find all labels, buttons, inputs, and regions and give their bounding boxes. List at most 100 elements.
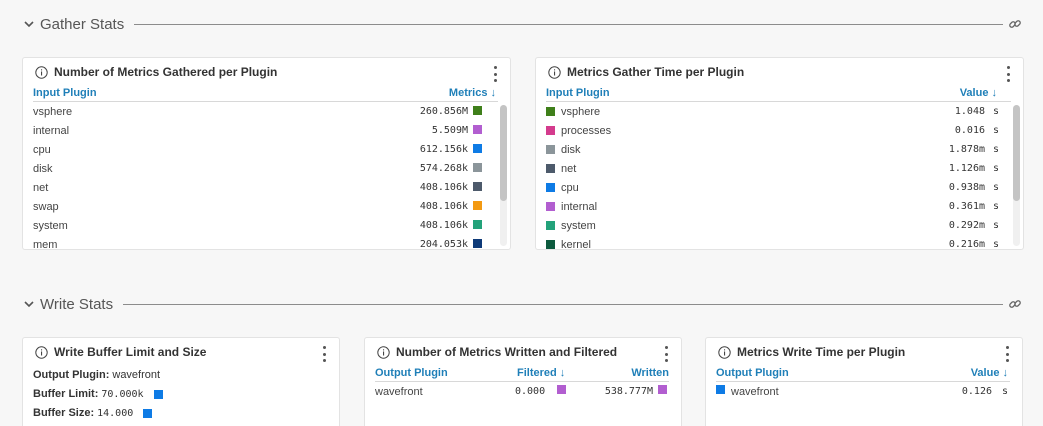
table-row[interactable]: disk 1.878m s — [546, 141, 999, 160]
table-row[interactable]: cpu 0.938m s — [546, 179, 999, 198]
table-body: vsphere 1.048 s processes 0.016 s disk 1.878m s n… — [536, 103, 1023, 249]
more-options-icon[interactable] — [1004, 346, 1010, 362]
legend-swatch — [473, 201, 482, 210]
col-input-plugin[interactable]: Input Plugin — [33, 87, 97, 99]
legend-swatch — [473, 220, 482, 229]
table-row[interactable]: wavefront 0.126 s — [716, 383, 1010, 402]
info-icon[interactable] — [35, 65, 48, 79]
table-row[interactable]: vsphere 1.048 s — [546, 103, 999, 122]
more-options-icon[interactable] — [321, 346, 327, 362]
col-metrics-sort[interactable]: Metrics ↓ — [449, 87, 496, 99]
time-value: 0.126 — [961, 386, 992, 397]
time-unit: s — [1001, 386, 1008, 397]
more-options-icon[interactable] — [1005, 66, 1011, 82]
write-stats-header[interactable]: Write Stats — [22, 294, 1023, 314]
table-row[interactable]: vsphere 260.856M — [33, 103, 486, 122]
time-unit: s — [992, 239, 999, 249]
time-value: 0.292m — [948, 220, 985, 231]
output-plugin-value: wavefront — [112, 369, 161, 381]
legend-swatch — [546, 221, 555, 230]
col-filtered-sort[interactable]: Filtered ↓ — [517, 367, 565, 379]
legend-swatch — [473, 182, 482, 191]
time-unit: s — [992, 220, 999, 231]
metric-value: 260.856M — [419, 106, 468, 117]
legend-swatch — [473, 239, 482, 248]
scrollbar-thumb[interactable] — [1013, 105, 1020, 201]
info-icon[interactable] — [718, 345, 731, 359]
col-value-sort[interactable]: Value ↓ — [960, 87, 997, 99]
metric-value: 5.509M — [431, 125, 468, 136]
output-plugin-line: Output Plugin: wavefront — [33, 369, 160, 381]
legend-swatch — [143, 408, 153, 418]
metric-value: 204.053k — [419, 239, 468, 249]
legend-swatch — [546, 145, 555, 154]
more-options-icon[interactable] — [492, 66, 498, 82]
time-unit: s — [992, 106, 999, 117]
legend-swatch — [546, 126, 555, 135]
table-row[interactable]: wavefront 0.000 538.777M — [375, 383, 669, 402]
table-row[interactable]: system 408.106k — [33, 217, 486, 236]
time-value: 0.361m — [948, 201, 985, 212]
table-row[interactable]: mem 204.053k — [33, 236, 486, 249]
col-written[interactable]: Written — [631, 367, 669, 379]
table-row[interactable]: swap 408.106k — [33, 198, 486, 217]
table-row[interactable]: kernel 0.216m s — [546, 236, 999, 249]
time-unit: s — [992, 144, 999, 155]
written-value: 538.777M — [604, 386, 653, 397]
col-value-sort[interactable]: Value ↓ — [971, 367, 1008, 379]
scrollbar[interactable] — [1013, 105, 1020, 246]
card-title: Metrics Write Time per Plugin — [718, 345, 905, 359]
table-header: Input Plugin Value ↓ — [546, 86, 1011, 102]
info-icon[interactable] — [548, 65, 561, 79]
legend-swatch — [473, 106, 482, 115]
info-icon[interactable] — [35, 345, 48, 359]
time-value: 1.126m — [948, 163, 985, 174]
card-title: Number of Metrics Written and Filtered — [377, 345, 617, 359]
plugin-name: wavefront — [731, 386, 779, 398]
card-title: Number of Metrics Gathered per Plugin — [35, 65, 277, 79]
plugin-name: net — [561, 163, 577, 175]
col-input-plugin[interactable]: Input Plugin — [546, 87, 610, 99]
chevron-down-icon[interactable] — [22, 17, 36, 31]
buffer-limit-line: Buffer Limit: 70.000k — [33, 388, 163, 400]
card-title: Write Buffer Limit and Size — [35, 345, 206, 359]
link-icon[interactable] — [1007, 16, 1023, 32]
plugin-name: internal — [33, 125, 70, 137]
scrollbar-thumb[interactable] — [500, 105, 507, 201]
table-row[interactable]: internal 0.361m s — [546, 198, 999, 217]
table-body: wavefront 0.000 538.777M — [365, 383, 681, 426]
table-row[interactable]: disk 574.268k — [33, 160, 486, 179]
col-output-plugin[interactable]: Output Plugin — [375, 367, 448, 379]
written-filtered-card: Number of Metrics Written and Filtered O… — [364, 337, 682, 426]
scrollbar[interactable] — [500, 105, 507, 246]
metric-value: 408.106k — [419, 182, 468, 193]
time-value: 0.216m — [948, 239, 985, 249]
write-time-card: Metrics Write Time per Plugin Output Plu… — [705, 337, 1023, 426]
time-value: 1.048 — [954, 106, 985, 117]
metric-value: 408.106k — [419, 220, 468, 231]
metric-value: 408.106k — [419, 201, 468, 212]
more-options-icon[interactable] — [663, 346, 669, 362]
info-icon[interactable] — [377, 345, 390, 359]
table-row[interactable]: net 1.126m s — [546, 160, 999, 179]
link-icon[interactable] — [1007, 296, 1023, 312]
table-row[interactable]: net 408.106k — [33, 179, 486, 198]
table-row[interactable]: system 0.292m s — [546, 217, 999, 236]
legend-swatch — [473, 125, 482, 134]
chevron-down-icon[interactable] — [22, 297, 36, 311]
plugin-name: vsphere — [561, 106, 601, 118]
time-unit: s — [992, 163, 999, 174]
gather-stats-header[interactable]: Gather Stats — [22, 14, 1023, 34]
buffer-limit-value: 70.000k — [101, 388, 144, 400]
plugin-name: kernel — [561, 239, 591, 249]
card-title: Metrics Gather Time per Plugin — [548, 65, 744, 79]
section-title: Write Stats — [40, 295, 114, 313]
table-row[interactable]: processes 0.016 s — [546, 122, 999, 141]
table-row[interactable]: internal 5.509M — [33, 122, 486, 141]
plugin-name: system — [561, 220, 596, 232]
table-row[interactable]: cpu 612.156k — [33, 141, 486, 160]
col-output-plugin[interactable]: Output Plugin — [716, 367, 789, 379]
table-header: Output Plugin Value ↓ — [716, 366, 1010, 382]
plugin-name: cpu — [33, 144, 51, 156]
legend-swatch — [716, 385, 725, 394]
